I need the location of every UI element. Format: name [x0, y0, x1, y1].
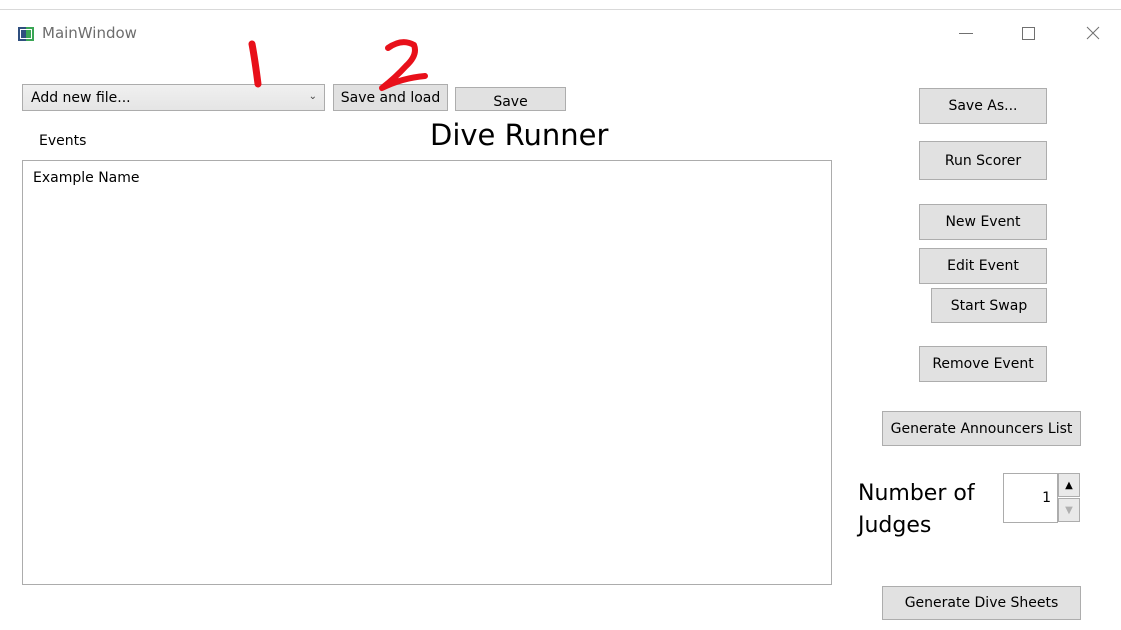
remove-event-button[interactable]: Remove Event [919, 346, 1047, 382]
judges-count-input[interactable]: 1 [1003, 473, 1058, 523]
generate-dive-sheets-button[interactable]: Generate Dive Sheets [882, 586, 1081, 620]
close-icon [1086, 26, 1100, 40]
save-and-load-button[interactable]: Save and load [333, 84, 448, 111]
minimize-icon [959, 32, 973, 34]
app-icon [18, 27, 34, 41]
new-event-button[interactable]: New Event [919, 204, 1047, 240]
maximize-icon [1021, 26, 1035, 40]
start-swap-button[interactable]: Start Swap [931, 288, 1047, 323]
chevron-down-icon: ⌄ [308, 91, 317, 102]
events-listbox[interactable]: Example Name [22, 160, 832, 585]
number-of-judges-label: Number of Judges [858, 481, 975, 538]
annotation-mark-2 [379, 39, 428, 91]
window-top-border [0, 9, 1121, 10]
minimize-button[interactable] [943, 18, 989, 48]
generate-announcers-list-button[interactable]: Generate Announcers List [882, 411, 1081, 446]
run-scorer-button[interactable]: Run Scorer [919, 141, 1047, 180]
maximize-button[interactable] [1005, 18, 1051, 48]
spin-up-button[interactable]: ▲ [1058, 473, 1080, 497]
edit-event-button[interactable]: Edit Event [919, 248, 1047, 284]
main-window: MainWindow Add new file... ⌄ Save and lo… [0, 0, 1121, 630]
events-label: Events [39, 133, 87, 149]
page-title: Dive Runner [430, 118, 609, 152]
save-as-button[interactable]: Save As... [919, 88, 1047, 124]
spin-down-icon: ▼ [1065, 504, 1073, 516]
list-item[interactable]: Example Name [33, 170, 140, 186]
annotation-mark-1 [248, 40, 262, 88]
file-combobox[interactable]: Add new file... ⌄ [22, 84, 325, 111]
spin-up-icon: ▲ [1065, 479, 1073, 491]
close-button[interactable] [1070, 18, 1116, 48]
file-combobox-value: Add new file... [31, 89, 131, 106]
spin-down-button[interactable]: ▼ [1058, 498, 1080, 522]
window-title: MainWindow [42, 24, 137, 42]
save-button[interactable]: Save [455, 87, 566, 111]
